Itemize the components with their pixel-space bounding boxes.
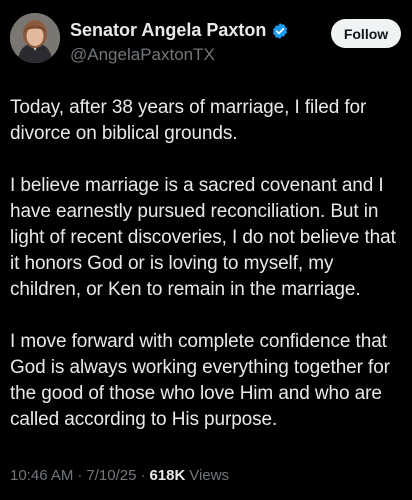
tweet-metadata: 10:46 AM · 7/10/25 · 618K Views	[10, 467, 229, 484]
tweet-paragraph-1: Today, after 38 years of marriage, I fil…	[10, 97, 367, 144]
name-row: Senator Angela Paxton	[70, 20, 289, 41]
tweet-date[interactable]: 7/10/25	[86, 467, 136, 484]
user-handle[interactable]: @AngelaPaxtonTX	[70, 45, 215, 65]
follow-button[interactable]: Follow	[331, 19, 401, 48]
avatar[interactable]	[10, 13, 60, 63]
avatar-photo	[10, 13, 60, 63]
tweet-paragraph-3: I move forward with complete confidence …	[10, 331, 390, 430]
tweet-time[interactable]: 10:46 AM	[10, 467, 73, 484]
tweet-header: Senator Angela Paxton @AngelaPaxtonTX Fo…	[0, 0, 412, 80]
tweet-text: Today, after 38 years of marriage, I fil…	[10, 95, 406, 459]
display-name[interactable]: Senator Angela Paxton	[70, 20, 266, 41]
meta-separator: ·	[77, 467, 83, 484]
meta-separator: ·	[140, 467, 146, 484]
views-label: Views	[189, 467, 230, 484]
tweet-paragraph-2: I believe marriage is a sacred covenant …	[10, 175, 396, 300]
views-count: 618K	[149, 467, 186, 484]
verified-badge-icon	[273, 22, 288, 39]
